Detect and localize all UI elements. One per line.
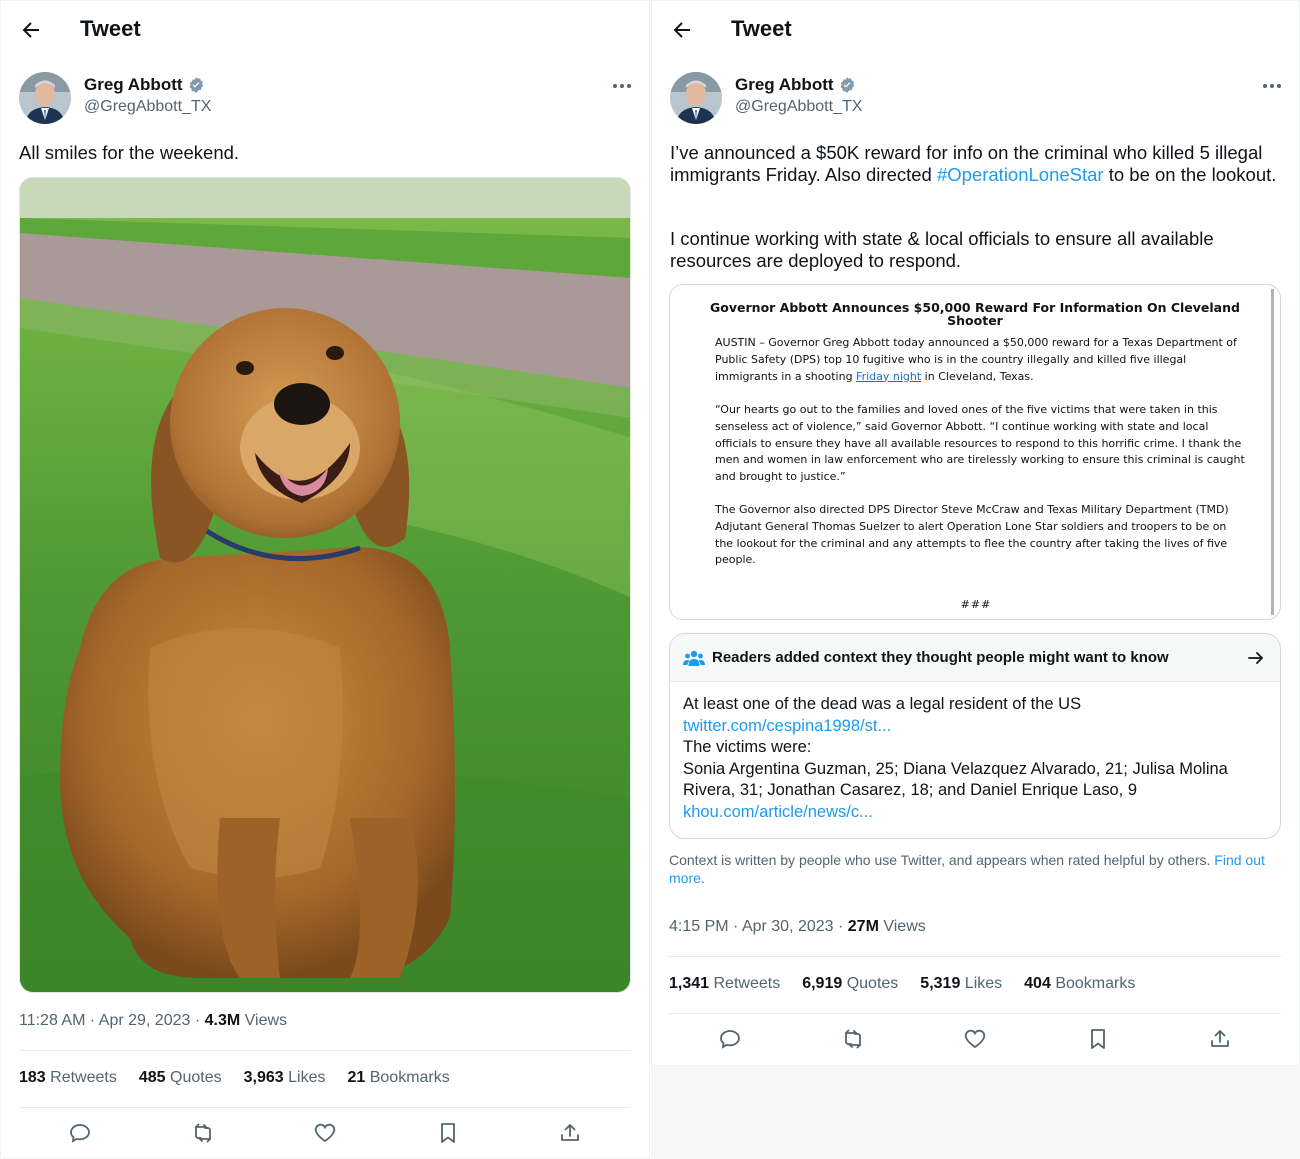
stat-retweets[interactable]: 183 Retweets [19,1069,117,1087]
tweet-actions [669,1027,1281,1057]
tweet-timestamp[interactable]: 4:15 PM · Apr 30, 2023 · 27M Views [669,918,926,936]
tweet-text: I’ve announced a $50K reward for info on… [670,142,1277,185]
arrow-right-icon [1248,652,1263,664]
background-area [651,1066,1300,1159]
header: Tweet [1,1,649,59]
author-handle[interactable]: @GregAbbott_TX [84,98,211,116]
tweet-stats: 183 Retweets 485 Quotes 3,963 Likes 21 B… [19,1069,450,1087]
stat-bookmarks[interactable]: 404 Bookmarks [1024,975,1135,993]
stat-quotes[interactable]: 485 Quotes [139,1069,222,1087]
like-icon[interactable] [963,1027,987,1051]
note-line: At least one of the dead was a legal res… [683,695,1082,713]
community-note: Readers added context they thought peopl… [669,633,1281,839]
stat-quotes[interactable]: 6,919 Quotes [802,975,898,993]
note-link[interactable]: twitter.com/cespina1998/st... [683,716,1263,738]
reply-icon[interactable] [718,1027,742,1051]
community-note-title: Readers added context they thought peopl… [712,649,1169,666]
more-icon[interactable] [611,79,633,93]
avatar[interactable] [19,72,71,124]
scrollbar [1271,289,1274,615]
note-line: Sonia Argentina Guzman, 25; Diana Velazq… [683,759,1228,800]
press-paragraph: AUSTIN – Governor Greg Abbott today anno… [715,336,1237,383]
share-icon[interactable] [558,1121,582,1145]
back-arrow-icon[interactable] [670,18,694,42]
people-icon [683,650,705,666]
note-footer: Context is written by people who use Twi… [669,852,1265,886]
tweet-actions [19,1121,631,1151]
tweet-stats: 1,341 Retweets 6,919 Quotes 5,319 Likes … [669,975,1135,993]
community-note-header[interactable]: Readers added context they thought peopl… [670,634,1280,682]
press-end-mark: ### [960,598,992,611]
author-handle[interactable]: @GregAbbott_TX [735,98,862,116]
golden-retriever-photo[interactable] [19,177,631,993]
bookmark-icon[interactable] [436,1121,460,1145]
stat-likes[interactable]: 5,319 Likes [920,975,1002,993]
press-release-title: Governor Abbott Announces $50,000 Reward… [710,300,1240,328]
hashtag-link[interactable]: #OperationLoneStar [937,164,1104,185]
back-arrow-icon[interactable] [19,18,43,42]
note-link[interactable]: khou.com/article/news/c... [683,802,1263,824]
share-icon[interactable] [1208,1027,1232,1051]
stat-bookmarks[interactable]: 21 Bookmarks [347,1069,449,1087]
left-tweet-panel: Tweet Greg Abbott @GregAbbott_TX All smi… [0,0,650,1159]
community-note-body: At least one of the dead was a legal res… [683,694,1263,823]
author-name[interactable]: Greg Abbott [84,75,205,95]
divider [19,1050,631,1051]
verified-icon [189,77,203,93]
header: Tweet [652,1,1299,59]
press-paragraph: “Our hearts go out to the families and l… [715,403,1245,484]
verified-icon [840,77,854,93]
tweet-timestamp[interactable]: 11:28 AM · Apr 29, 2023 · 4.3M Views [19,1012,287,1030]
tweet-text-paragraph: I continue working with state & local of… [670,228,1214,271]
more-icon[interactable] [1261,79,1283,93]
note-line: The victims were: [683,738,812,756]
stat-retweets[interactable]: 1,341 Retweets [669,975,780,993]
page-title: Tweet [80,16,141,41]
press-paragraph: The Governor also directed DPS Director … [715,503,1229,567]
press-release-image[interactable]: Governor Abbott Announces $50,000 Reward… [669,284,1281,620]
page-title: Tweet [731,16,792,41]
divider [19,1107,631,1108]
avatar[interactable] [670,72,722,124]
author-name[interactable]: Greg Abbott [735,75,856,95]
tweet-text: All smiles for the weekend. [19,142,240,163]
divider [669,1013,1281,1014]
stat-likes[interactable]: 3,963 Likes [244,1069,326,1087]
divider [669,956,1281,957]
reply-icon[interactable] [68,1121,92,1145]
bookmark-icon[interactable] [1086,1027,1110,1051]
retweet-icon[interactable] [841,1027,865,1051]
retweet-icon[interactable] [191,1121,215,1145]
like-icon[interactable] [313,1121,337,1145]
